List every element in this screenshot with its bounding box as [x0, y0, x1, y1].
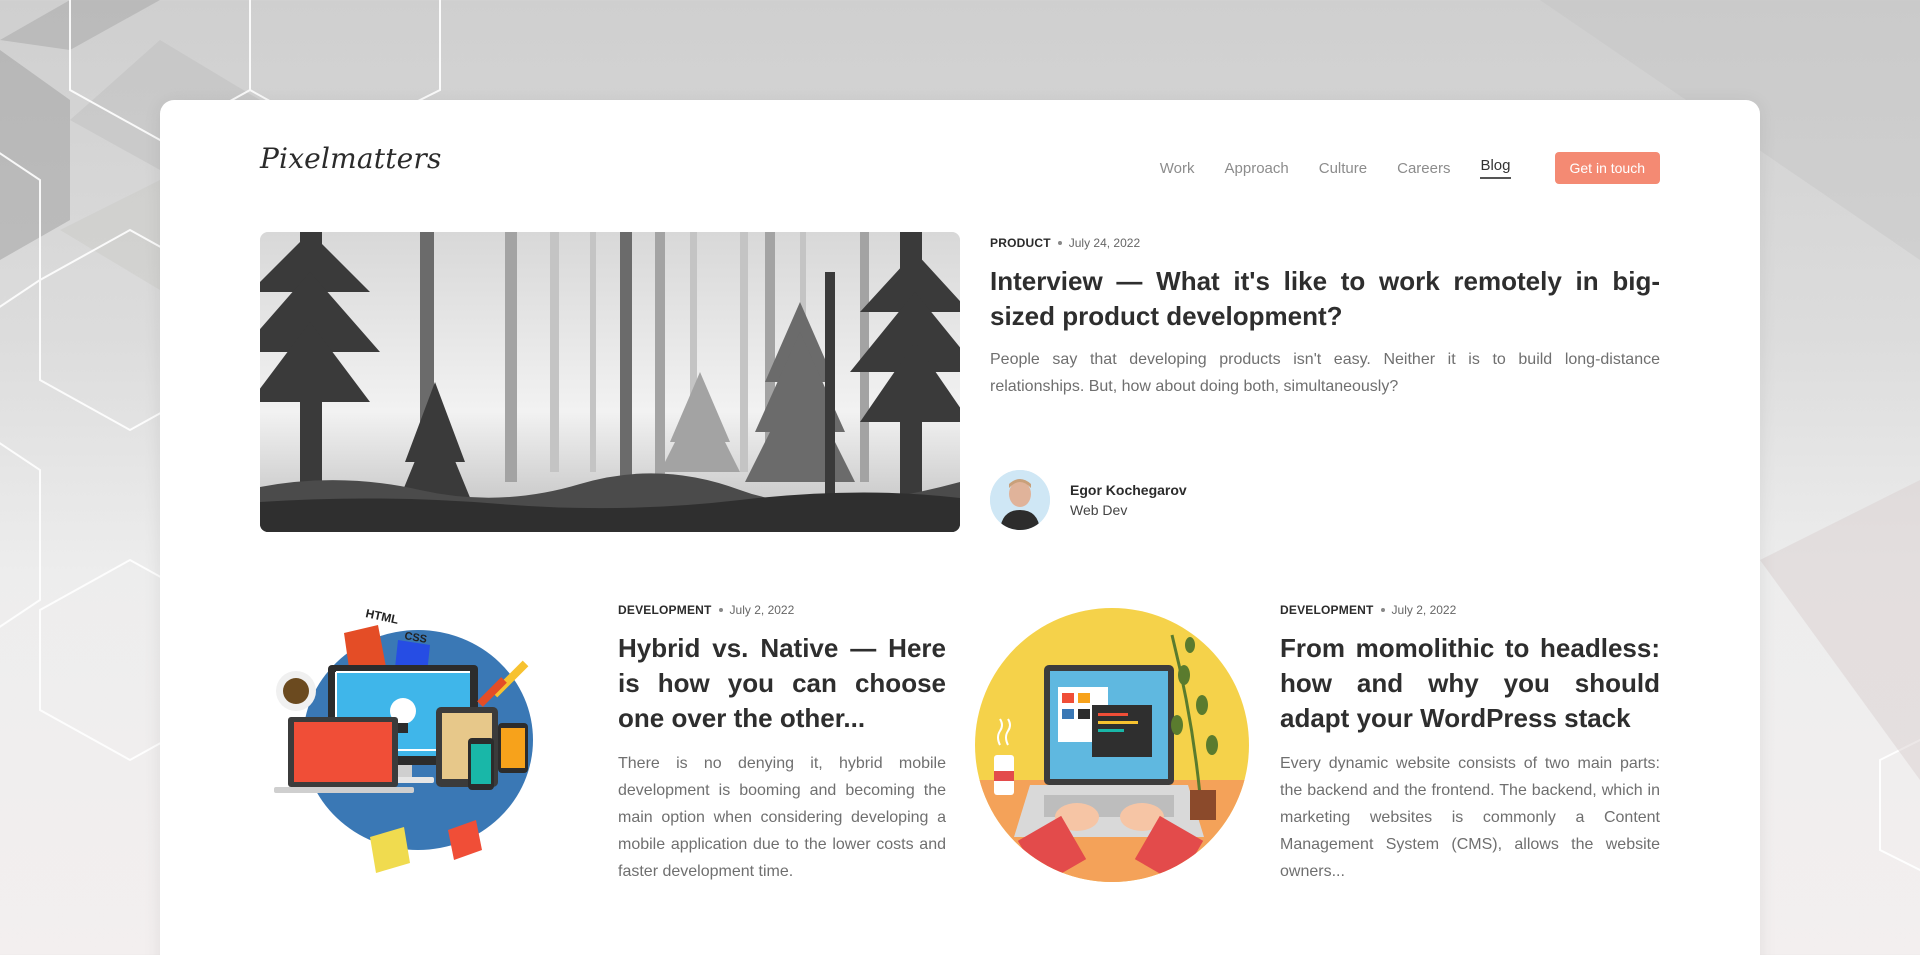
post-excerpt: Every dynamic website consists of two ma… [1280, 755, 1660, 880]
author-avatar [990, 470, 1050, 530]
post-category[interactable]: PRODUCT [990, 236, 1051, 250]
devices-illustration: HTML CSS [274, 606, 533, 873]
post-title[interactable]: From momolithic to headless: how and why… [1280, 631, 1660, 736]
author-name: Egor Kochegarov [1070, 482, 1187, 498]
page-card: Pixelmatters Work Approach Culture Caree… [160, 100, 1760, 955]
brand-logo[interactable]: Pixelmatters [260, 142, 442, 175]
meta-separator [1380, 608, 1385, 612]
post-date: July 2, 2022 [1391, 603, 1457, 617]
get-in-touch-button[interactable]: Get in touch [1554, 152, 1660, 184]
featured-post-title[interactable]: Interview — What it's like to work remot… [990, 264, 1660, 334]
post-monolithic-to-headless: DEVELOPMENT July 2, 2022 From momolithic… [1280, 603, 1660, 885]
author-block[interactable]: Egor Kochegarov Web Dev [990, 470, 1187, 530]
meta-separator [1057, 241, 1062, 245]
featured-post: PRODUCT July 24, 2022 Interview — What i… [990, 236, 1660, 400]
featured-post-excerpt: People say that developing products isn'… [990, 351, 1660, 395]
post-meta: PRODUCT July 24, 2022 [990, 236, 1660, 250]
post-date: July 2, 2022 [729, 603, 795, 617]
post-title[interactable]: Hybrid vs. Native — Here is how you can … [618, 631, 946, 736]
main-nav: Work Approach Culture Careers Blog Get i… [1130, 152, 1660, 184]
meta-separator [718, 608, 723, 612]
featured-post-image[interactable] [260, 232, 960, 532]
post-category[interactable]: DEVELOPMENT [1280, 603, 1374, 617]
forest-illustration [260, 232, 960, 532]
laptop-illustration [975, 608, 1249, 882]
html-badge-label: HTML [364, 606, 400, 627]
post-image-hybrid[interactable]: HTML CSS [258, 605, 578, 875]
nav-careers[interactable]: Careers [1397, 160, 1450, 177]
author-info: Egor Kochegarov Web Dev [1070, 482, 1187, 518]
post-date: July 24, 2022 [1068, 236, 1141, 250]
post-hybrid-vs-native: DEVELOPMENT July 2, 2022 Hybrid vs. Nati… [618, 603, 946, 885]
nav-blog[interactable]: Blog [1480, 157, 1511, 179]
nav-culture[interactable]: Culture [1319, 160, 1367, 177]
nav-approach[interactable]: Approach [1225, 160, 1289, 177]
post-meta: DEVELOPMENT July 2, 2022 [618, 603, 946, 617]
post-image-headless[interactable] [972, 605, 1252, 885]
post-excerpt: There is no denying it, hybrid mobile de… [618, 755, 946, 880]
nav-work[interactable]: Work [1160, 160, 1195, 177]
post-category[interactable]: DEVELOPMENT [618, 603, 712, 617]
post-meta: DEVELOPMENT July 2, 2022 [1280, 603, 1660, 617]
author-role: Web Dev [1070, 502, 1128, 518]
